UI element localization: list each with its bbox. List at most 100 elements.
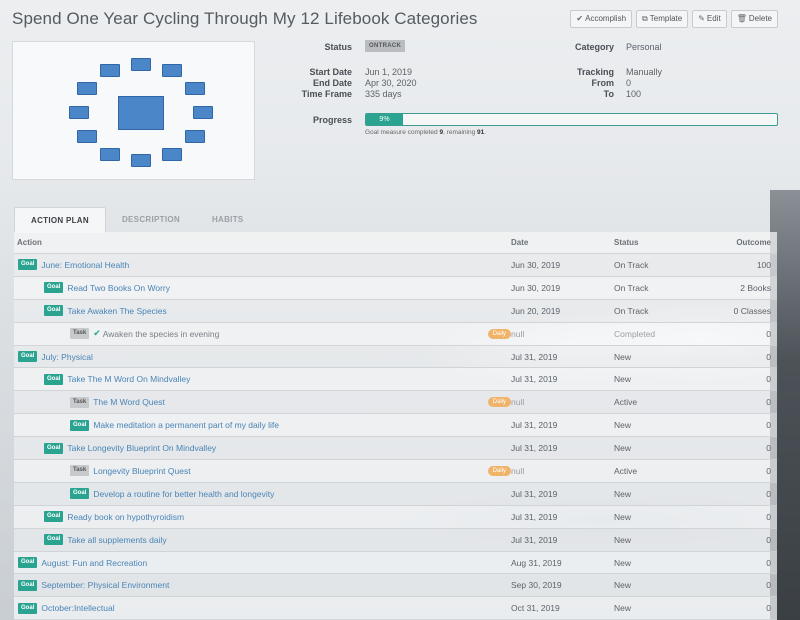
- table-row[interactable]: Task Longevity Blueprint Quest Daily null Ac…: [14, 460, 777, 483]
- table-row[interactable]: Goal Take The M Word On Mindvalley Jul 31,…: [14, 368, 777, 392]
- header-date[interactable]: Date: [511, 238, 614, 247]
- table-header: Action Date Status Outcome: [14, 232, 777, 254]
- category-label: Category: [574, 42, 614, 52]
- row-title-link[interactable]: The M Word Quest: [93, 397, 165, 407]
- row-action-cell: Goal Take all supplements daily: [14, 529, 511, 551]
- row-title-link[interactable]: Awaken the species in evening: [103, 329, 220, 339]
- row-status: On Track: [614, 259, 649, 270]
- row-date: Jun 20, 2019: [511, 305, 561, 316]
- row-title-link[interactable]: July: Physical: [41, 352, 93, 362]
- progress-percent: 9%: [379, 116, 390, 123]
- table-row[interactable]: Goal Make meditation a permanent part of …: [14, 414, 777, 438]
- row-status: New: [614, 534, 632, 545]
- action-plan-table: Action Date Status Outcome Goal June: Emo…: [14, 232, 777, 620]
- row-title-link[interactable]: Read Two Books On Worry: [67, 283, 170, 293]
- row-title-link[interactable]: Take Longevity Blueprint On Mindvalley: [67, 443, 216, 453]
- goal-badge: Goal: [44, 305, 64, 317]
- to-label: To: [603, 89, 614, 99]
- table-row[interactable]: Task The M Word Quest Daily null Active 0: [14, 391, 777, 415]
- tab-description[interactable]: DESCRIPTION: [106, 207, 196, 233]
- row-action-cell: Goal Take Awaken The Species: [14, 300, 511, 322]
- progress-label: Progress: [312, 115, 352, 125]
- task-badge: Task: [70, 396, 90, 408]
- time-frame-label: Time Frame: [301, 89, 352, 99]
- row-action-cell: Task ✔ Awaken the species in evening Daily: [14, 323, 511, 345]
- table-row[interactable]: Goal Take all supplements daily Jul 31, 20…: [14, 528, 777, 552]
- row-action-cell: Goal September: Physical Environment: [14, 574, 511, 596]
- row-action-cell: Task Longevity Blueprint Quest Daily: [14, 460, 511, 482]
- page-title: Spend One Year Cycling Through My 12 Lif…: [12, 9, 478, 28]
- mindmap-node: [100, 147, 120, 161]
- row-date: Jul 31, 2019: [511, 443, 558, 454]
- table-row[interactable]: Goal September: Physical Environment Sep 3…: [14, 574, 777, 598]
- row-action-cell: Goal Take Longevity Blueprint On Mindvall…: [14, 437, 511, 459]
- row-status: New: [614, 557, 632, 568]
- table-row[interactable]: Goal July: Physical Jul 31, 2019 New 0: [14, 345, 777, 369]
- row-status: New: [614, 351, 632, 362]
- header-outcome[interactable]: Outcome: [717, 238, 777, 247]
- template-button[interactable]: ⧉ Template: [636, 10, 689, 28]
- row-outcome: 0: [766, 534, 771, 545]
- row-outcome: 0: [766, 397, 771, 408]
- table-row[interactable]: Goal October:Intellectual Oct 31, 2019 New 0: [14, 597, 777, 620]
- row-title-link[interactable]: Take all supplements daily: [67, 535, 166, 545]
- table-row[interactable]: Goal Take Awaken The Species Jun 20, 2019 O…: [14, 299, 777, 323]
- delete-button[interactable]: 🗑 Delete: [730, 10, 778, 28]
- row-status: New: [614, 420, 632, 431]
- task-badge: Task: [70, 328, 90, 340]
- edit-button[interactable]: ✎ Edit: [692, 10, 727, 28]
- row-title-link[interactable]: October:Intellectual: [41, 603, 114, 613]
- row-date: null: [511, 397, 525, 408]
- table-row[interactable]: Goal Take Longevity Blueprint On Mindvall…: [14, 437, 777, 461]
- row-outcome: 0: [766, 580, 771, 591]
- header-status[interactable]: Status: [614, 238, 717, 247]
- table-row[interactable]: Goal June: Emotional Health Jun 30, 2019 On…: [14, 254, 777, 277]
- frequency-badge: Daily: [487, 465, 511, 476]
- row-status: Active: [614, 397, 638, 408]
- row-date: Jun 30, 2019: [511, 282, 561, 293]
- action-label: Edit: [706, 14, 721, 23]
- tab-bar: ACTION PLAN DESCRIPTION HABITS: [14, 207, 260, 233]
- end-date-value: Apr 30, 2020: [365, 78, 417, 88]
- row-title-link[interactable]: Ready book on hypothyroidism: [67, 512, 184, 522]
- mindmap-node: [184, 82, 205, 95]
- row-outcome: 2 Books: [740, 282, 771, 293]
- goal-badge: Goal: [18, 351, 38, 362]
- check-icon: ✔: [93, 328, 101, 339]
- row-title-link[interactable]: Take Awaken The Species: [67, 306, 166, 316]
- row-outcome: 0: [766, 557, 771, 568]
- table-row[interactable]: Goal Develop a routine for better health …: [14, 482, 777, 506]
- table-row[interactable]: Goal August: Fun and Recreation Aug 31, 20…: [14, 551, 777, 575]
- row-date: Sep 30, 2019: [511, 580, 562, 591]
- mindmap-node: [184, 130, 205, 143]
- table-row[interactable]: Goal Read Two Books On Worry Jun 30, 2019 O…: [14, 276, 777, 300]
- status-badge: ONTRACK: [365, 40, 406, 52]
- row-title-link[interactable]: August: Fun and Recreation: [41, 558, 147, 568]
- tracking-value: Manually: [626, 67, 663, 77]
- mindmap-thumbnail[interactable]: [12, 41, 255, 180]
- start-date-label: Start Date: [309, 67, 352, 77]
- row-title-link[interactable]: June: Emotional Health: [41, 260, 129, 270]
- mindmap-node: [131, 154, 151, 167]
- header-action[interactable]: Action: [14, 232, 511, 253]
- table-row[interactable]: Task ✔ Awaken the species in evening Daily n…: [14, 322, 777, 346]
- accomplish-button[interactable]: ✔ Accomplish: [570, 10, 633, 28]
- row-title-link[interactable]: September: Physical Environment: [41, 580, 169, 590]
- row-status: On Track: [614, 305, 649, 316]
- row-title-link[interactable]: Take The M Word On Mindvalley: [67, 374, 190, 384]
- row-title-link[interactable]: Make meditation a permanent part of my d…: [93, 420, 279, 430]
- tab-action-plan[interactable]: ACTION PLAN: [14, 207, 106, 233]
- row-outcome: 0: [766, 488, 771, 499]
- mindmap-node: [193, 106, 213, 119]
- row-title-link[interactable]: Longevity Blueprint Quest: [93, 466, 190, 476]
- tab-habits[interactable]: HABITS: [196, 207, 260, 233]
- row-action-cell: Goal Make meditation a permanent part of …: [14, 414, 511, 436]
- row-title-link[interactable]: Develop a routine for better health and …: [93, 489, 274, 499]
- goal-badge: Goal: [70, 419, 90, 431]
- goal-badge: Goal: [44, 442, 64, 454]
- row-date: Jul 31, 2019: [511, 511, 558, 522]
- table-row[interactable]: Goal Ready book on hypothyroidism Jul 31, …: [14, 505, 777, 529]
- goal-badge: Goal: [70, 488, 90, 500]
- frequency-badge: Daily: [487, 397, 511, 408]
- mindmap-node: [77, 82, 98, 95]
